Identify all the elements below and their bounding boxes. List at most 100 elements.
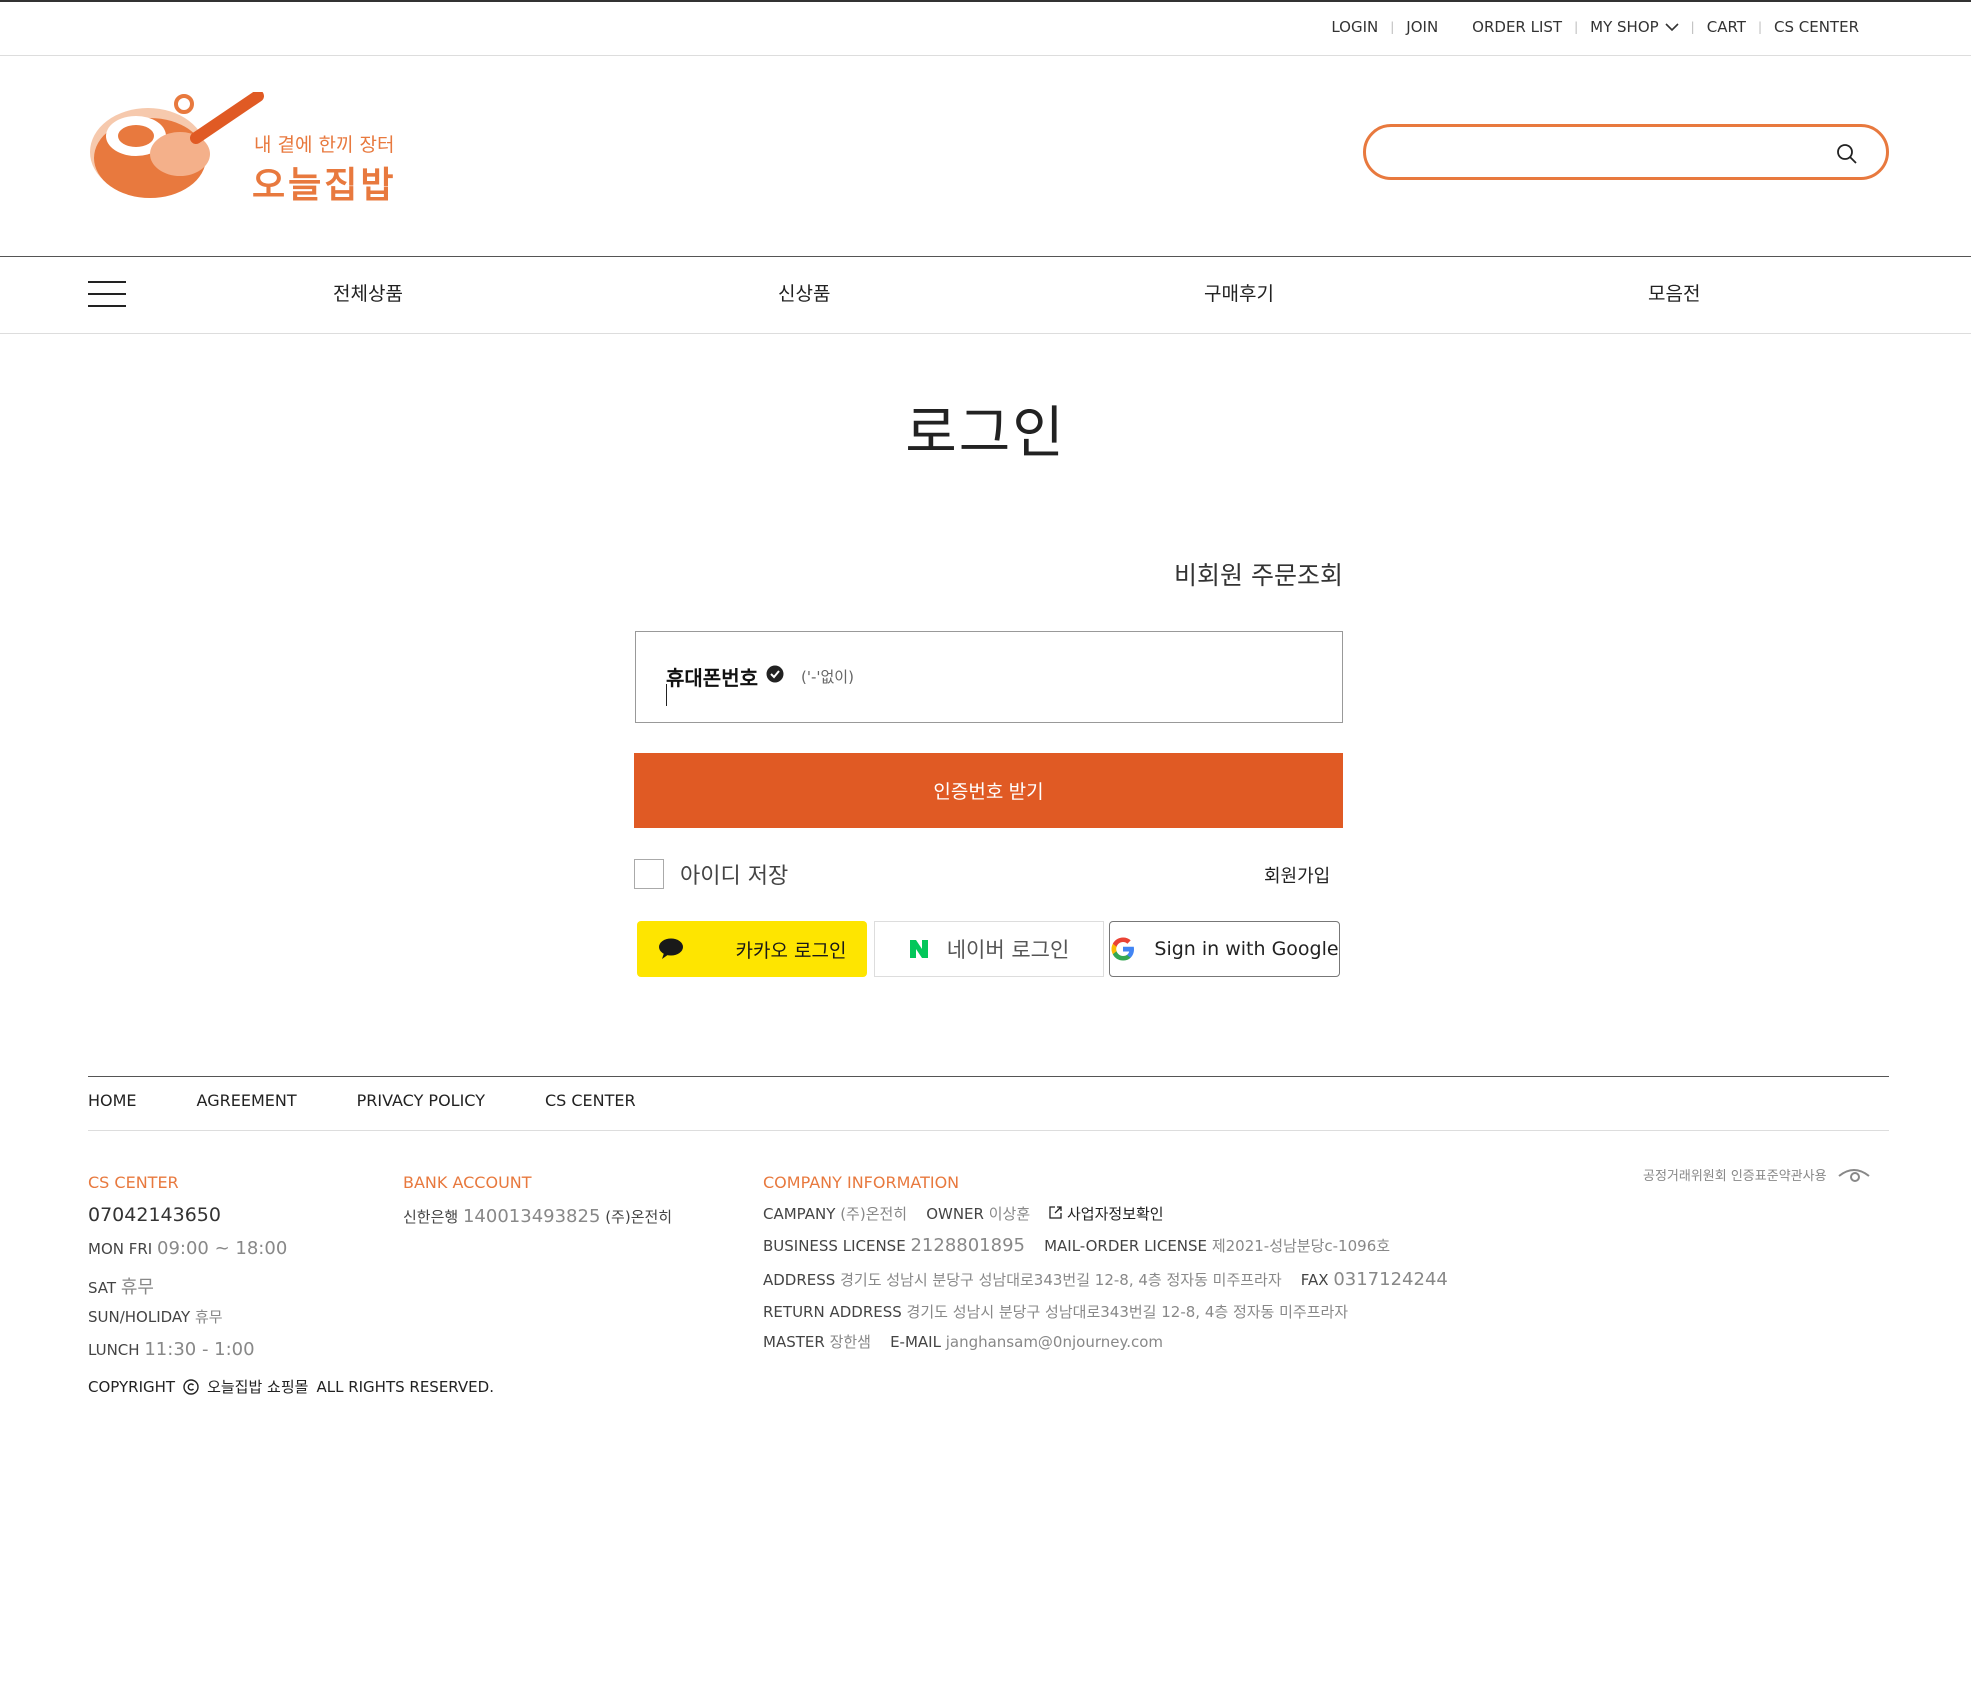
remember-id-checkbox[interactable] [634,859,664,889]
company-contact-row: MASTER 장한샘 E-MAIL janghansam@0njourney.c… [763,1331,1163,1352]
address-label: ADDRESS [763,1271,836,1289]
owner-label: OWNER [926,1205,984,1223]
naver-login-label: 네이버 로그인 [946,938,1070,962]
footer-privacy-link[interactable]: PRIVACY POLICY [357,1091,485,1110]
text-cursor [666,684,667,706]
top-bar: LOGIN | JOIN ORDER LIST | MY SHOP | CART… [0,2,1971,56]
ftc-label: 공정거래위원회 인증표준약관사용 [1643,1169,1827,1184]
footer-agreement-link[interactable]: AGREEMENT [197,1091,297,1110]
company-owner-row: CAMPANY (주)온전히 OWNER 이상훈 사업자정보확인 [763,1203,1164,1224]
naver-login-button[interactable]: 네이버 로그인 [874,921,1104,977]
google-login-button[interactable]: Sign in with Google [1109,921,1340,977]
guest-order-lookup-link[interactable]: 비회원 주문조회 [1174,556,1343,592]
copyright-icon [183,1378,199,1395]
footer-nav: HOME AGREEMENT PRIVACY POLICY CS CENTER [88,1091,696,1110]
footer-home-link[interactable]: HOME [88,1091,137,1110]
fax-label: FAX [1300,1271,1329,1289]
sat-label: SAT [88,1279,117,1297]
category-collections[interactable]: 모음전 [1648,279,1700,306]
footer-cs-center-link[interactable]: CS CENTER [545,1091,636,1110]
phone-label: 휴대폰번호 [666,666,758,690]
copyright: COPYRIGHT 오늘집밥 쇼핑몰 ALL RIGHTS RESERVED. [88,1376,494,1397]
mail-order-label: MAIL-ORDER LICENSE [1044,1237,1208,1255]
join-link[interactable]: JOIN [1394,18,1450,36]
owner-value: 이상훈 [988,1205,1031,1223]
business-license-value: 2128801895 [910,1235,1025,1256]
category-reviews[interactable]: 구매후기 [1204,279,1274,306]
cs-lunch: LUNCH 11:30 - 1:00 [88,1339,255,1360]
google-g-icon [1111,937,1135,961]
fax-value: 0317124244 [1333,1269,1448,1290]
holiday-label: SUN/HOLIDAY [88,1308,191,1326]
weekday-label: MON FRI [88,1240,153,1258]
bank-name: 신한은행 [403,1208,459,1226]
utility-nav: LOGIN | JOIN ORDER LIST | MY SHOP | CART… [1319,18,1871,36]
lunch-label: LUNCH [88,1341,140,1359]
lunch-value: 11:30 - 1:00 [144,1339,255,1360]
email-label: E-MAIL [890,1333,941,1351]
mail-order-value: 제2021-성남분당c-1096호 [1211,1237,1391,1255]
bank-account-info: 신한은행 140013493825 (주)온전히 [403,1206,672,1227]
logo-tagline: 내 곁에 한끼 장터 [254,134,395,156]
phone-hint: ('-'없이) [801,668,854,686]
company-license-row: BUSINESS LICENSE 2128801895 MAIL-ORDER L… [763,1235,1390,1256]
master-label: MASTER [763,1333,825,1351]
address-value: 경기도 성남시 분당구 성남대로343번길 12-8, 4층 정자동 미주프라자 [840,1271,1282,1289]
holiday-value: 휴무 [194,1308,223,1326]
order-list-link[interactable]: ORDER LIST [1460,18,1574,36]
business-info-check-label: 사업자정보확인 [1067,1205,1164,1223]
get-verification-code-button[interactable]: 인증번호 받기 [634,753,1343,828]
master-value: 장한샘 [829,1333,871,1351]
footer-divider [88,1076,1889,1077]
email-value[interactable]: janghansam@0njourney.com [946,1333,1163,1351]
cs-phone: 07042143650 [88,1204,221,1226]
copyright-label: COPYRIGHT [88,1377,176,1396]
campany-value: (주)온전히 [840,1205,908,1223]
join-link[interactable]: 회원가입 [1264,862,1330,888]
category-new-products[interactable]: 신상품 [778,279,830,306]
chevron-down-icon [1665,23,1679,32]
my-shop-link[interactable]: MY SHOP [1578,18,1691,36]
bank-account-holder: (주)온전히 [605,1208,673,1226]
copyright-rights: ALL RIGHTS RESERVED. [316,1377,494,1396]
login-link[interactable]: LOGIN [1319,18,1390,36]
google-login-label: Sign in with Google [1154,938,1339,960]
cs-weekday-hours: MON FRI 09:00 ~ 18:00 [88,1238,287,1259]
cs-center-link[interactable]: CS CENTER [1762,18,1871,36]
business-info-check-link[interactable]: 사업자정보확인 [1049,1205,1164,1223]
remember-id[interactable]: 아이디 저장 [634,858,788,890]
category-all-products[interactable]: 전체상품 [333,279,403,306]
category-nav: 전체상품 신상품 구매후기 모음전 [0,256,1971,334]
company-return-row: RETURN ADDRESS 경기도 성남시 분당구 성남대로343번길 12-… [763,1301,1348,1322]
my-shop-label: MY SHOP [1590,18,1659,36]
bank-account-number: 140013493825 [462,1206,601,1227]
sat-value: 휴무 [120,1277,154,1298]
company-address-row: ADDRESS 경기도 성남시 분당구 성남대로343번길 12-8, 4층 정… [763,1269,1448,1290]
menu-icon[interactable] [88,281,126,309]
external-link-icon [1049,1206,1062,1219]
search-input[interactable] [1388,137,1812,169]
copyright-name: 오늘집밥 쇼핑몰 [207,1378,309,1396]
campany-label: CAMPANY [763,1205,836,1223]
bank-account-heading: BANK ACCOUNT [403,1173,532,1192]
cs-center-heading: CS CENTER [88,1173,179,1192]
return-address-label: RETURN ADDRESS [763,1303,902,1321]
kakao-chat-icon [658,938,683,959]
cart-link[interactable]: CART [1695,18,1758,36]
search-box[interactable] [1363,124,1889,180]
check-circle-icon [766,665,784,683]
site-logo[interactable]: 내 곁에 한끼 장터 오늘집밥 [88,90,418,212]
phone-field[interactable]: 휴대폰번호 ('-'없이) [635,631,1343,723]
ftc-standard-terms-badge[interactable]: 공정거래위원회 인증표준약관사용 [1643,1165,1871,1184]
naver-n-icon [909,940,928,958]
business-license-label: BUSINESS LICENSE [763,1237,906,1255]
kakao-login-label: 카카오 로그인 [735,939,847,962]
logo-brand: 오늘집밥 [252,165,397,206]
return-address-value: 경기도 성남시 분당구 성남대로343번길 12-8, 4층 정자동 미주프라자 [906,1303,1349,1321]
search-icon[interactable] [1836,143,1858,165]
page-title: 로그인 [905,401,1066,466]
kakao-login-button[interactable]: 카카오 로그인 [637,921,867,977]
company-info-heading: COMPANY INFORMATION [763,1173,960,1192]
weekday-hours: 09:00 ~ 18:00 [157,1238,288,1259]
remember-id-label: 아이디 저장 [680,864,789,889]
